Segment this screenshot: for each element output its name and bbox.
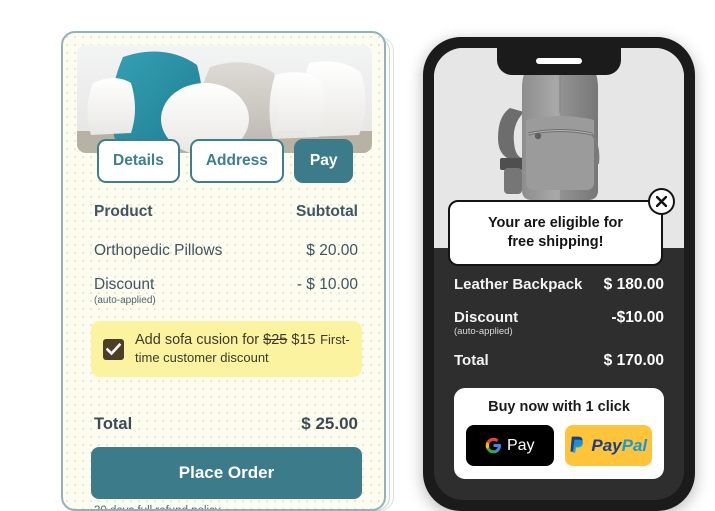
offer-checkbox[interactable] [103, 338, 124, 360]
total-row: Total $ 170.00 [454, 352, 664, 370]
discount-label: Discount [454, 309, 519, 326]
tab-pay[interactable]: Pay [293, 139, 354, 183]
paypal-label: PayPal [591, 436, 647, 456]
buy-now-panel: Buy now with 1 click Pay PayPal [454, 388, 664, 479]
discount-sublabel: (auto-applied) [454, 326, 513, 337]
table-row: Orthopedic Pillows $ 20.00 [94, 242, 358, 260]
tab-address[interactable]: Address [189, 139, 284, 183]
phone-screen: Your are eligible for free shipping! Lea… [434, 48, 684, 500]
line-item-value: $ 20.00 [306, 242, 358, 259]
google-pay-button[interactable]: Pay [466, 425, 554, 466]
free-shipping-toast: Your are eligible for free shipping! [448, 188, 675, 266]
line-item-value: -$10.00 [611, 309, 664, 326]
tab-details[interactable]: Details [97, 139, 180, 183]
paypal-label-pal: Pal [621, 435, 648, 455]
checkout-card-stack: Details Address Pay Product Subtotal Ort… [61, 31, 394, 511]
line-item-label: Leather Backpack [454, 276, 583, 293]
discount-label: Discount [94, 276, 155, 293]
place-order-button[interactable]: Place Order [91, 447, 362, 499]
table-row: Leather Backpack $ 180.00 [454, 276, 664, 294]
discount-sublabel: (auto-applied) [94, 295, 156, 306]
checkout-tabs: Details Address Pay [97, 139, 354, 183]
toast-line-2: free shipping! [507, 233, 604, 250]
line-item-label: Discount (auto-applied) [454, 309, 518, 337]
phone-mockup: Your are eligible for free shipping! Lea… [423, 37, 695, 511]
total-label: Total [94, 415, 133, 433]
close-icon[interactable] [648, 188, 675, 215]
table-row: Discount (auto-applied) -$10.00 [454, 309, 664, 337]
upsell-offer-banner[interactable]: Add sofa cusion for $25 $15 First-time c… [91, 321, 362, 378]
google-pay-label: Pay [506, 436, 535, 454]
column-header-product: Product [94, 203, 153, 220]
table-row: Discount (auto-applied) - $ 10.00 [94, 276, 358, 306]
google-g-icon [485, 437, 501, 454]
paypal-button[interactable]: PayPal [564, 425, 652, 466]
offer-text-block: Add sofa cusion for $25 $15 First-time c… [135, 331, 350, 367]
phone-order-summary: Leather Backpack $ 180.00 Discount (auto… [434, 248, 684, 500]
table-header-row: Product Subtotal [94, 203, 358, 221]
offer-new-price: $15 [291, 332, 316, 348]
total-label: Total [454, 352, 489, 369]
order-summary-table: Product Subtotal Orthopedic Pillows $ 20… [94, 203, 358, 322]
line-item-label: Orthopedic Pillows [94, 242, 223, 259]
total-row: Total $ 25.00 [94, 414, 358, 434]
paypal-p-icon [570, 436, 584, 453]
payment-methods-row: Pay PayPal [466, 425, 652, 466]
checkout-card: Details Address Pay Product Subtotal Ort… [61, 31, 386, 511]
line-item-label: Discount (auto-applied) [94, 276, 156, 306]
total-value: $ 170.00 [603, 352, 664, 369]
refund-policy-note: 30 days full refund policy [94, 505, 221, 511]
phone-notch [497, 48, 621, 75]
product-image-pillows [77, 45, 372, 153]
toast-line-1: Your are eligible for [487, 215, 624, 231]
column-header-subtotal: Subtotal [296, 203, 358, 220]
buy-now-title: Buy now with 1 click [488, 399, 630, 415]
line-item-value: - $ 10.00 [296, 276, 358, 293]
line-item-value: $ 180.00 [603, 276, 664, 293]
offer-headline: Add sofa cusion for $25 $15 [135, 332, 316, 348]
checkmark-icon [106, 342, 121, 355]
paypal-label-pay: Pay [591, 435, 622, 455]
offer-prefix: Add sofa cusion for [135, 332, 264, 348]
total-value: $ 25.00 [301, 414, 358, 433]
offer-old-price: $25 [263, 332, 288, 348]
phone-speaker [536, 58, 582, 64]
